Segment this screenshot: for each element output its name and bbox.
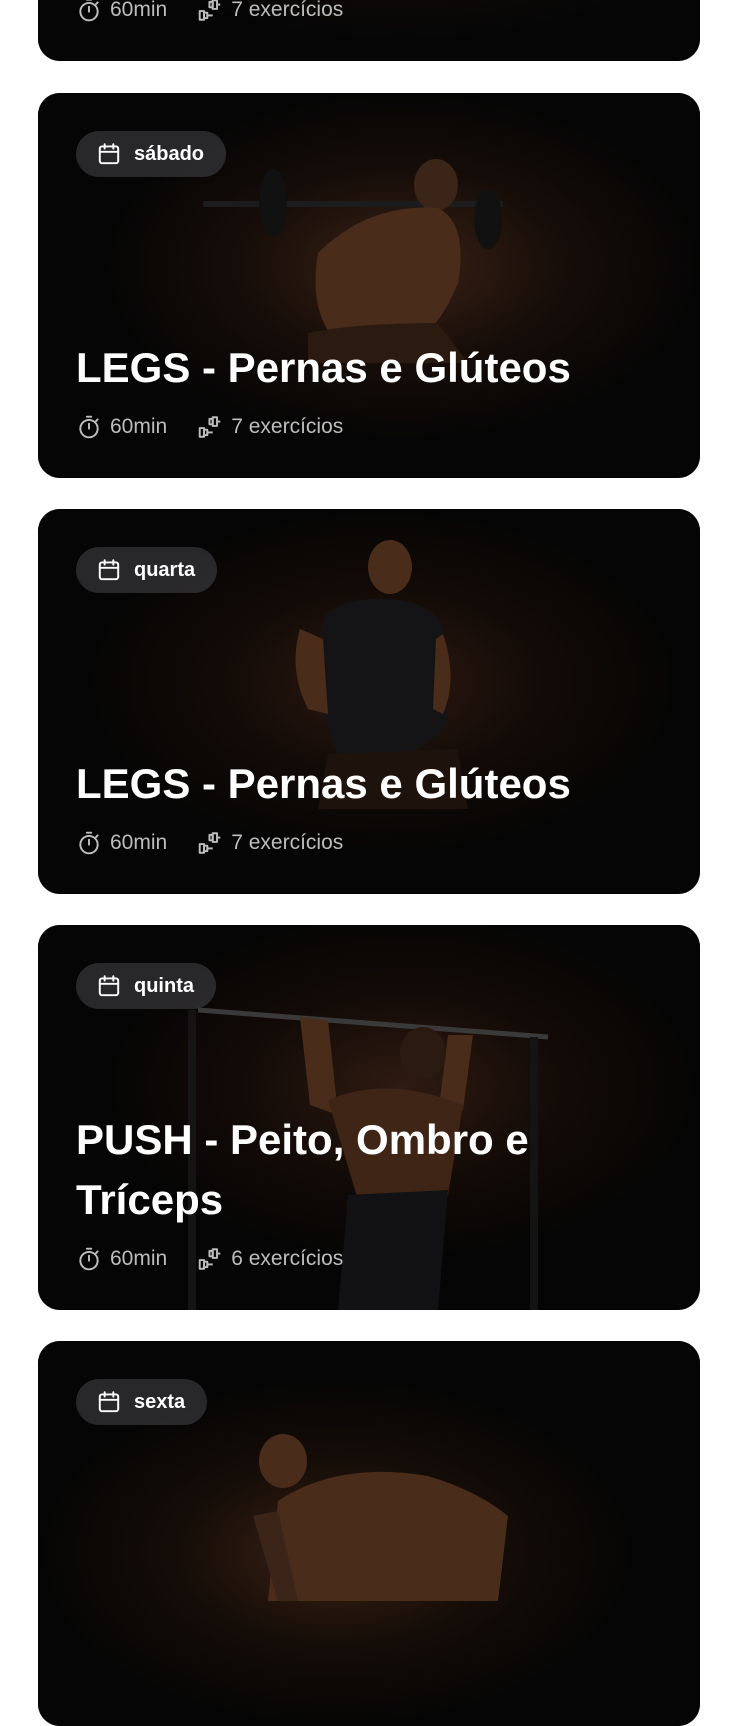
calendar-icon xyxy=(98,1391,120,1413)
workout-card[interactable]: quarta LEGS - Pernas e Glúteos 60min 7 e… xyxy=(38,509,700,894)
day-label: sábado xyxy=(134,142,205,165)
workout-meta: 60min 7 exercícios xyxy=(76,830,373,856)
dumbbell-icon xyxy=(198,1248,221,1270)
stopwatch-icon xyxy=(79,831,99,855)
calendar-icon xyxy=(98,559,120,581)
dumbbell-icon xyxy=(198,832,221,854)
stopwatch-icon xyxy=(79,1247,99,1271)
stopwatch-icon xyxy=(79,415,99,439)
dumbbell-icon xyxy=(198,416,221,438)
workout-title: LEGS - Pernas e Glúteos xyxy=(76,760,571,807)
calendar-icon xyxy=(98,975,120,997)
duration-text: 60min xyxy=(110,831,168,854)
duration: 60min xyxy=(76,830,167,856)
calendar-icon xyxy=(98,143,120,165)
exercise-count-text: 7 exercícios xyxy=(231,415,344,438)
dumbbell-icon xyxy=(198,0,221,21)
workout-meta: 60min 7 exercícios xyxy=(76,0,373,23)
day-badge: sábado xyxy=(76,131,227,177)
workout-meta: 60min 7 exercícios xyxy=(76,414,373,440)
duration: 60min xyxy=(76,0,167,23)
exercise-count-text: 7 exercícios xyxy=(231,0,344,21)
exercise-count: 7 exercícios xyxy=(197,414,343,440)
exercise-count: 6 exercícios xyxy=(197,1246,343,1272)
workout-card[interactable]: sábado LEGS - Pernas e Glúteos 60min 7 e… xyxy=(38,93,700,478)
day-badge: sexta xyxy=(76,1379,208,1425)
workout-card[interactable]: 60min 7 exercícios xyxy=(38,0,700,61)
exercise-count: 7 exercícios xyxy=(197,830,343,856)
workout-card[interactable]: quinta PUSH - Peito, Ombro e Tríceps 60m… xyxy=(38,925,700,1310)
day-badge: quinta xyxy=(76,963,216,1009)
duration: 60min xyxy=(76,1246,167,1272)
day-label: quarta xyxy=(134,558,196,581)
exercise-count-text: 7 exercícios xyxy=(231,831,344,854)
day-label: sexta xyxy=(134,1390,186,1413)
day-label: quinta xyxy=(134,974,194,997)
stopwatch-icon xyxy=(79,0,99,22)
exercise-count: 7 exercícios xyxy=(197,0,343,23)
duration-text: 60min xyxy=(110,1247,168,1270)
workout-title: LEGS - Pernas e Glúteos xyxy=(76,344,571,391)
workout-meta: 60min 6 exercícios xyxy=(76,1246,373,1272)
exercise-count-text: 6 exercícios xyxy=(231,1247,344,1270)
workout-card[interactable]: sexta xyxy=(38,1341,700,1726)
day-badge: quarta xyxy=(76,547,218,593)
duration-text: 60min xyxy=(110,0,168,21)
duration-text: 60min xyxy=(110,415,168,438)
workout-title: PUSH - Peito, Ombro e Tríceps xyxy=(76,1116,529,1223)
duration: 60min xyxy=(76,414,167,440)
